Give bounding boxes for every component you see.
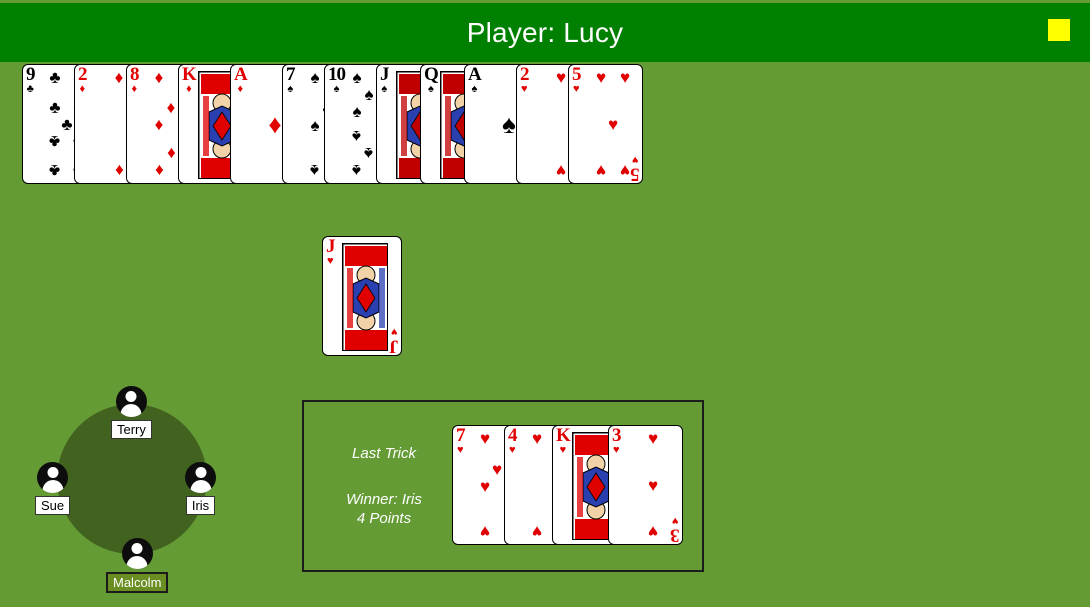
last-trick-card: 3 ♥ 3 ♥ ♥ ♥ ♥ <box>608 425 683 545</box>
card-suit-icon: ♥ <box>508 443 516 456</box>
card-rank: A <box>468 64 482 85</box>
card-rank: A <box>234 64 248 85</box>
seat-terry[interactable]: Terry <box>111 386 152 439</box>
seat-sue[interactable]: Sue <box>35 462 71 515</box>
card-rank: J <box>389 335 399 356</box>
card-corner: 7♠ <box>286 64 295 95</box>
card-rank: 8 <box>130 64 139 85</box>
card-corner: 4♥ <box>508 425 517 456</box>
card-corner: 9♣ <box>26 64 35 95</box>
card-corner: 2♥ <box>520 64 529 95</box>
card-rank: J <box>380 64 389 85</box>
avatar-icon <box>185 462 216 493</box>
card-corner: 7♥ <box>456 425 465 456</box>
card-suit-icon: ♦ <box>131 82 138 95</box>
card-suit-icon: ♥ <box>559 443 567 456</box>
card-corner: 10♠ <box>328 64 346 95</box>
card-suit-icon: ♦ <box>237 82 244 95</box>
card-rank: 3 <box>612 425 621 446</box>
card-rank: 2 <box>78 64 87 85</box>
seat-label-terry: Terry <box>111 420 152 439</box>
seat-label-malcolm: Malcolm <box>106 572 169 593</box>
last-trick-points: 4 Points <box>356 510 412 527</box>
card-corner: J ♥ <box>389 325 399 356</box>
card-corner: 3 ♥ <box>612 425 621 456</box>
card-rank: 9 <box>26 64 35 85</box>
card-corner: K♥ <box>556 425 571 456</box>
card-suit-icon: ♥ <box>572 82 580 95</box>
card-suit-icon: ♥ <box>326 254 334 267</box>
avatar-icon <box>37 462 69 493</box>
card-suit-icon: ♠ <box>287 82 294 95</box>
seat-malcolm[interactable]: Malcolm <box>106 538 169 593</box>
last-trick-info: Last Trick Winner: Iris 4 Points <box>314 444 454 529</box>
page-title: Player: Lucy <box>466 16 624 48</box>
card-rank: 5 <box>572 64 581 85</box>
players-panel: Terry Sue Iris Malcolm <box>22 386 242 601</box>
card-pips: ♥ ♥ ♥ ♥ ♥ <box>595 68 631 180</box>
card-corner: A♦ <box>234 64 248 95</box>
card-rank: 7 <box>286 64 295 85</box>
card-suit-icon: ♥ <box>612 443 620 456</box>
played-card[interactable]: J ♥ J ♥ <box>322 236 402 356</box>
card-rank: J <box>326 236 335 257</box>
card-suit-icon: ♦ <box>186 82 192 95</box>
playing-card[interactable]: 5 ♥ 5 ♥ ♥ ♥ ♥ ♥ ♥ <box>568 64 643 184</box>
card-rank: K <box>556 425 571 446</box>
seat-label-sue: Sue <box>35 496 71 515</box>
card-suit-icon: ♠ <box>381 82 388 95</box>
card-rank: K <box>182 64 197 85</box>
card-corner: J♠ <box>380 64 389 95</box>
card-suit-icon: ♠ <box>427 82 434 95</box>
card-face-artwork <box>342 243 388 351</box>
card-corner: A♠ <box>468 64 482 95</box>
card-suit-icon: ♥ <box>456 443 464 456</box>
card-corner: 5 ♥ <box>572 64 581 95</box>
seat-label-iris: Iris <box>185 496 216 515</box>
card-corner: J ♥ <box>326 236 335 267</box>
card-rank: 10 <box>328 64 346 85</box>
card-suit-icon: ♥ <box>520 82 528 95</box>
card-rank: 4 <box>508 425 517 446</box>
card-corner: Q♠ <box>424 64 439 95</box>
card-corner: 8♦ <box>130 64 139 95</box>
app-header: Player: Lucy <box>0 3 1090 62</box>
last-trick-winner: Winner: Iris <box>346 490 422 508</box>
card-suit-icon: ♦ <box>79 82 86 95</box>
card-corner: K♦ <box>182 64 197 95</box>
avatar-icon <box>121 538 153 569</box>
card-suit-icon: ♣ <box>26 82 34 95</box>
card-pips: ♥ ♥ ♥ <box>647 429 659 541</box>
card-suit-icon: ♥ <box>390 325 398 338</box>
last-trick-title: Last Trick <box>352 445 416 462</box>
seat-iris[interactable]: Iris <box>185 462 216 515</box>
card-corner: 2♦ <box>78 64 87 95</box>
card-suit-icon: ♠ <box>471 82 478 95</box>
card-rank: 2 <box>520 64 529 85</box>
card-rank: Q <box>424 64 439 85</box>
status-indicator-button[interactable] <box>1048 19 1070 41</box>
card-suit-icon: ♠ <box>333 82 340 95</box>
avatar-icon <box>115 386 147 417</box>
card-rank: 7 <box>456 425 465 446</box>
